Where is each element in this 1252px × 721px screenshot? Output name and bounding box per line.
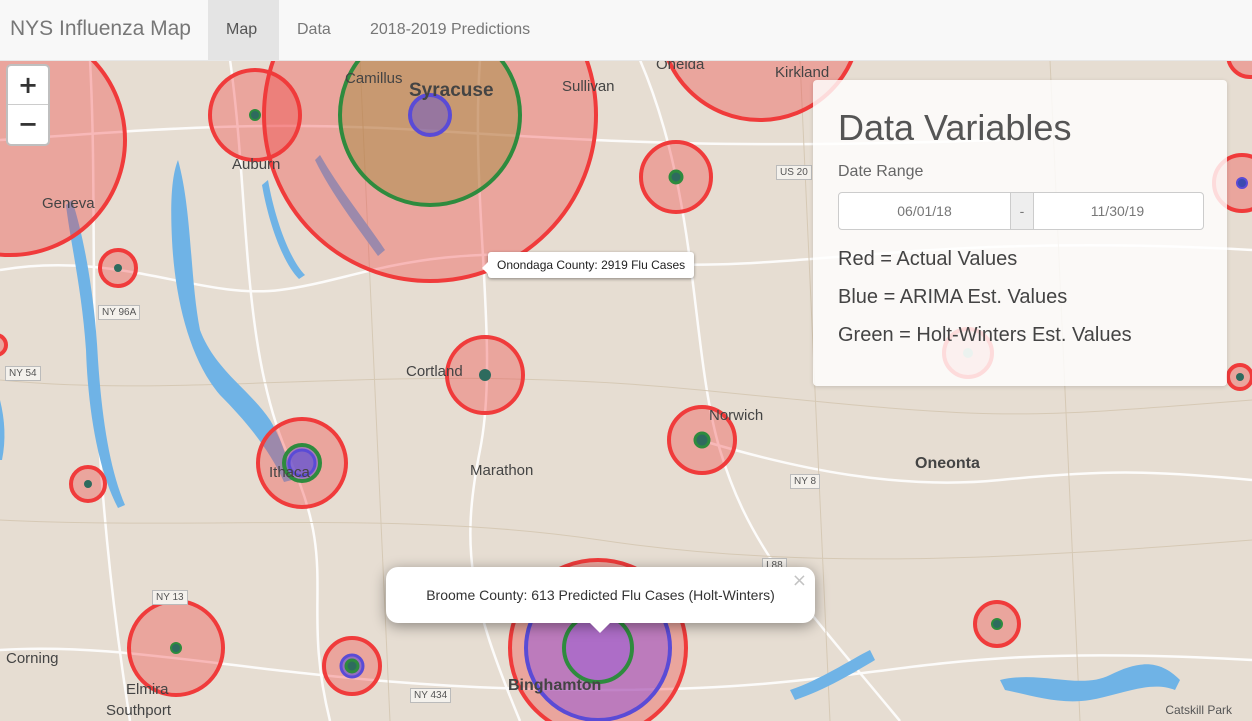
road-shield: NY 434 bbox=[410, 688, 452, 703]
place-label: Elmira bbox=[126, 681, 169, 698]
date-range-label: Date Range bbox=[838, 163, 924, 180]
zoom-out-button[interactable]: − bbox=[8, 105, 48, 143]
place-label: Southport bbox=[106, 702, 172, 719]
place-label: Marathon bbox=[470, 462, 534, 479]
start-date-input[interactable]: 06/01/18 bbox=[839, 193, 1010, 229]
place-label: Sullivan bbox=[562, 78, 615, 95]
navbar: NYS Influenza Map Map Data 2018-2019 Pre… bbox=[0, 0, 1252, 61]
data-variables-panel: Data Variables Date Range 06/01/18 - 11/… bbox=[813, 80, 1227, 386]
road-shield: NY 54 bbox=[5, 366, 41, 381]
tab-data[interactable]: Data bbox=[279, 0, 349, 60]
date-range-input: 06/01/18 - 11/30/19 bbox=[838, 192, 1204, 230]
legend-holt-winters: Green = Holt-Winters Est. Values bbox=[838, 324, 1132, 346]
panel-title: Data Variables bbox=[838, 107, 1072, 148]
zoom-in-button[interactable]: + bbox=[8, 66, 48, 105]
county-popup: Broome County: 613 Predicted Flu Cases (… bbox=[386, 567, 815, 633]
place-label: Cortland bbox=[406, 363, 463, 380]
place-label: Auburn bbox=[232, 156, 281, 173]
place-label: Kirkland bbox=[775, 64, 830, 81]
place-label: Oneonta bbox=[915, 455, 980, 472]
map-attribution: Catskill Park bbox=[1165, 703, 1232, 717]
zoom-control: + − bbox=[6, 64, 50, 146]
county-tooltip: Onondaga County: 2919 Flu Cases bbox=[481, 252, 695, 278]
road-shield: US 20 bbox=[776, 165, 812, 180]
place-label: Binghamton bbox=[508, 677, 602, 694]
place-label: Camillus bbox=[345, 70, 403, 87]
tab-predictions[interactable]: 2018-2019 Predictions bbox=[352, 0, 548, 60]
place-label: Geneva bbox=[42, 195, 95, 212]
app-brand[interactable]: NYS Influenza Map bbox=[10, 17, 191, 41]
popup-text: Broome County: 613 Predicted Flu Cases (… bbox=[426, 587, 775, 603]
road-shield: NY 8 bbox=[790, 474, 821, 489]
road-shield: NY 13 bbox=[152, 590, 188, 605]
date-separator: - bbox=[1010, 193, 1034, 229]
legend-actual: Red = Actual Values bbox=[838, 248, 1018, 270]
place-label: Corning bbox=[6, 650, 59, 667]
place-label: Syracuse bbox=[409, 80, 494, 101]
tab-map[interactable]: Map bbox=[208, 0, 279, 60]
place-label: Norwich bbox=[709, 407, 764, 424]
end-date-input[interactable]: 11/30/19 bbox=[1032, 193, 1203, 229]
county-marker-actual[interactable] bbox=[1226, 60, 1252, 79]
popup-tail bbox=[588, 621, 612, 633]
place-label: Ithaca bbox=[269, 464, 310, 481]
popup-close-button[interactable]: × bbox=[792, 567, 807, 595]
road-shield: NY 96A bbox=[98, 305, 141, 320]
legend-arima: Blue = ARIMA Est. Values bbox=[838, 286, 1068, 308]
